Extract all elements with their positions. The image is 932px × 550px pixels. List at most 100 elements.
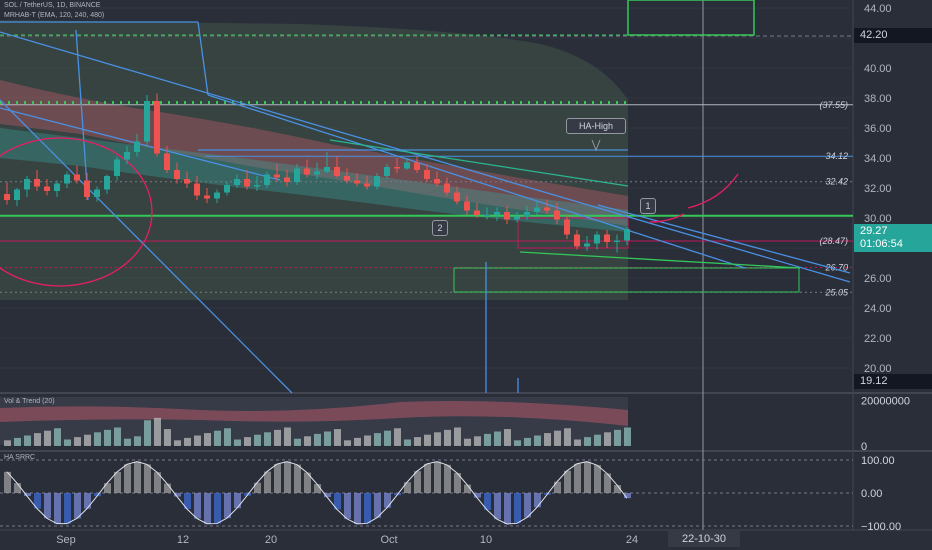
candle-body: [154, 101, 160, 154]
crosshair-date-label: 22-10-30: [668, 531, 740, 547]
osc-histogram-bar: [594, 465, 601, 493]
candle-body: [604, 234, 610, 242]
candle-body: [384, 167, 390, 176]
candle-body: [124, 152, 130, 160]
badge-two[interactable]: 2: [432, 220, 448, 236]
candle-body: [354, 180, 360, 184]
volume-bar: [404, 439, 411, 446]
symbol-title[interactable]: SOL / TetherUS, 1D, BINANCE: [4, 2, 100, 9]
volume-bar: [84, 434, 91, 446]
osc-histogram-bar: [574, 463, 581, 493]
badge-one[interactable]: 1: [640, 198, 656, 214]
volume-bar: [44, 430, 51, 446]
volume-pane-label[interactable]: Vol & Trend (20): [4, 398, 55, 405]
osc-histogram-bar: [444, 464, 451, 493]
volume-bar: [274, 429, 281, 446]
volume-bar: [504, 429, 511, 446]
osc-histogram-bar: [84, 493, 91, 509]
candle-body: [364, 183, 370, 187]
candle-body: [84, 180, 90, 197]
candle-body: [574, 234, 580, 247]
candle-body: [514, 216, 520, 220]
volume-bar: [624, 427, 631, 446]
volume-bar: [574, 439, 581, 446]
osc-histogram-bar: [274, 464, 281, 493]
osc-histogram-bar: [514, 493, 521, 524]
time-tick-label: 20: [265, 534, 277, 546]
candle-body: [444, 183, 450, 193]
volume-bar: [494, 431, 501, 446]
volume-bar: [454, 427, 461, 446]
volume-bar: [4, 440, 11, 446]
osc-histogram-bar: [584, 461, 591, 493]
volume-bar: [74, 437, 81, 446]
volume-bar: [544, 433, 551, 446]
candle-body: [464, 201, 470, 211]
volume-bar: [534, 435, 541, 446]
ema-cloud: [0, 20, 628, 300]
candle-body: [554, 210, 560, 220]
candle-body: [114, 159, 120, 176]
candle-body: [64, 174, 70, 184]
current-price-label: 29.27 01:06:54: [854, 224, 932, 252]
candle-body: [404, 162, 410, 169]
volume-bar: [464, 438, 471, 446]
candle-body: [184, 179, 190, 184]
volume-bar: [334, 429, 341, 446]
candle-body: [414, 162, 420, 170]
indicator-title[interactable]: MRHAB-T (EMA, 120, 240, 480): [4, 12, 104, 19]
candle-body: [584, 243, 590, 247]
candle-body: [334, 167, 340, 176]
osc-histogram-bar: [384, 493, 391, 508]
candle-body: [284, 177, 290, 182]
volume-bar: [484, 433, 491, 446]
price-tick-label: 36.00: [864, 123, 892, 135]
volume-bar: [524, 437, 531, 446]
candle-body: [614, 240, 620, 242]
osc-histogram-bar: [64, 493, 71, 524]
osc-histogram-bar: [124, 464, 131, 493]
osc-histogram-bar: [534, 493, 541, 508]
osc-histogram-bar: [504, 493, 511, 524]
time-tick-label: 10: [480, 534, 492, 546]
volume-bar: [124, 438, 131, 446]
volume-bar: [444, 429, 451, 446]
candle-body: [484, 215, 490, 216]
volume-bar: [434, 432, 441, 446]
volume-bar: [144, 420, 151, 446]
volume-bar: [24, 435, 31, 446]
volume-bar: [184, 437, 191, 446]
candle-body: [164, 153, 170, 170]
price-tick-label: 40.00: [864, 63, 892, 75]
volume-bar: [64, 439, 71, 446]
osc-histogram-bar: [374, 493, 381, 518]
candle-body: [214, 192, 220, 199]
candle-body: [624, 228, 630, 241]
time-tick-label: Sep: [56, 534, 76, 546]
trading-chart[interactable]: (37.55)34.1232.42(28.47)26.7025.05 20000…: [0, 0, 932, 550]
current-price-value: 29.27: [860, 225, 888, 237]
candle-body: [44, 186, 50, 191]
osc-histogram-bar: [434, 461, 441, 493]
volume-bar: [394, 428, 401, 446]
candle-body: [504, 212, 510, 220]
price-tick-label: 34.00: [864, 153, 892, 165]
osc-histogram-bar: [114, 471, 121, 493]
osc-histogram-bar: [214, 493, 221, 524]
time-tick-label: Oct: [380, 534, 397, 546]
candle-body: [474, 210, 480, 215]
candle-body: [324, 167, 330, 172]
osc-histogram-bar: [554, 481, 561, 493]
volume-bar: [424, 434, 431, 446]
price-tick-label: 44.00: [864, 3, 892, 15]
candle-body: [244, 179, 250, 187]
volume-bar: [264, 432, 271, 446]
level-label: 25.05: [824, 287, 849, 297]
osc-histogram-bar: [354, 493, 361, 524]
ha-high-callout[interactable]: HA-High: [566, 118, 626, 134]
volume-bar: [364, 435, 371, 446]
osc-histogram-bar: [424, 463, 431, 493]
candle-body: [144, 101, 150, 142]
candle-body: [74, 174, 80, 181]
oscillator-pane-label[interactable]: HA SRRC: [4, 454, 35, 461]
